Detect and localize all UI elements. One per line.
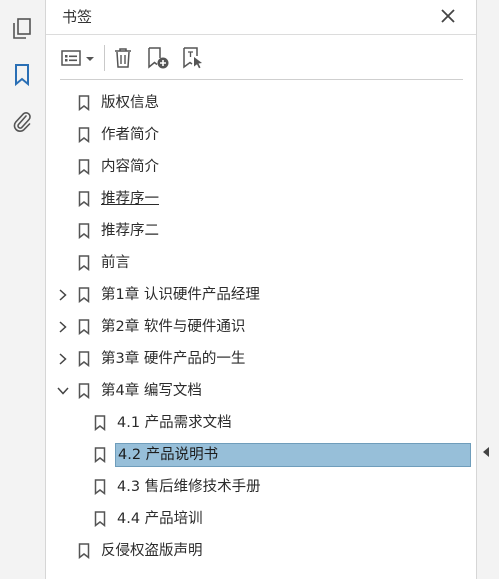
bookmark-row[interactable]: 反侵权盗版声明	[46, 535, 476, 567]
bookmark-label[interactable]: 版权信息	[99, 92, 161, 114]
bookmark-label[interactable]: 第1章 认识硬件产品经理	[99, 284, 262, 306]
bookmark-item-icon	[94, 415, 106, 432]
bookmark-row[interactable]: 前言	[46, 247, 476, 279]
chevron-right-icon[interactable]	[56, 352, 70, 366]
bookmark-label[interactable]: 4.4 产品培训	[115, 508, 205, 530]
paperclip-icon[interactable]	[9, 108, 35, 134]
navigation-rail	[0, 0, 46, 579]
bookmark-item-icon	[78, 255, 90, 272]
bookmark-item-icon	[78, 383, 90, 400]
bookmark-row[interactable]: 推荐序二	[46, 215, 476, 247]
pages-icon[interactable]	[9, 16, 35, 42]
bookmark-row[interactable]: 内容简介	[46, 151, 476, 183]
bookmark-item-icon	[78, 159, 90, 176]
bookmark-label[interactable]: 作者简介	[99, 124, 161, 146]
bookmarks-panel: 书签 版权信息 作者简介 内容简介 推荐序一 推荐序二 前言 第1章 认识硬件产…	[46, 0, 476, 579]
bookmark-label[interactable]: 推荐序一	[99, 188, 161, 210]
panel-splitter[interactable]	[476, 0, 499, 579]
chevron-right-icon[interactable]	[56, 320, 70, 334]
bookmark-item-icon	[94, 511, 106, 528]
bookmark-row[interactable]: 第3章 硬件产品的一生	[46, 343, 476, 375]
bookmark-label[interactable]: 反侵权盗版声明	[99, 540, 205, 562]
bookmark-item-icon	[78, 543, 90, 560]
trash-icon[interactable]	[111, 45, 135, 71]
bookmark-label[interactable]: 第3章 硬件产品的一生	[99, 348, 247, 370]
collapse-arrow-icon[interactable]	[483, 447, 489, 457]
bookmark-item-icon	[94, 479, 106, 496]
bookmark-item-icon	[94, 447, 106, 464]
bookmark-item-icon	[78, 351, 90, 368]
bookmark-row[interactable]: 第1章 认识硬件产品经理	[46, 279, 476, 311]
bookmark-item-icon	[78, 191, 90, 208]
bookmark-row[interactable]: 4.2 产品说明书	[46, 439, 476, 471]
toolbar-separator	[60, 79, 463, 80]
bookmark-label[interactable]: 第4章 编写文档	[99, 380, 204, 402]
bookmark-row[interactable]: 作者简介	[46, 119, 476, 151]
bookmark-label[interactable]: 推荐序二	[99, 220, 161, 242]
panel-header: 书签	[46, 0, 476, 35]
bookmark-row[interactable]: 第4章 编写文档	[46, 375, 476, 407]
close-icon[interactable]	[438, 6, 458, 26]
bookmark-label[interactable]: 4.3 售后维修技术手册	[115, 476, 263, 498]
bookmark-row[interactable]: 第2章 软件与硬件通识	[46, 311, 476, 343]
bookmark-item-icon	[78, 127, 90, 144]
bookmark-row[interactable]: 版权信息	[46, 87, 476, 119]
bookmark-item-icon	[78, 223, 90, 240]
options-menu-button[interactable]	[60, 45, 98, 71]
panel-title: 书签	[62, 8, 93, 26]
bookmark-item-icon	[78, 287, 90, 304]
bookmark-item-icon	[78, 319, 90, 336]
chevron-right-icon[interactable]	[56, 288, 70, 302]
bookmark-row[interactable]: 4.3 售后维修技术手册	[46, 471, 476, 503]
chevron-down-icon[interactable]	[56, 384, 70, 398]
bookmark-label[interactable]: 内容简介	[99, 156, 161, 178]
bookmark-row[interactable]: 4.4 产品培训	[46, 503, 476, 535]
bookmark-label[interactable]: 第2章 软件与硬件通识	[99, 316, 247, 338]
bookmark-add-icon[interactable]	[145, 45, 171, 71]
toolbar-divider	[104, 45, 105, 71]
bookmark-cursor-icon[interactable]	[180, 45, 206, 71]
bookmark-row[interactable]: 推荐序一	[46, 183, 476, 215]
bookmark-item-icon	[78, 95, 90, 112]
bookmarks-toolbar	[46, 35, 476, 79]
bookmark-icon[interactable]	[9, 62, 35, 88]
bookmark-label[interactable]: 4.1 产品需求文档	[115, 412, 234, 434]
bookmark-label[interactable]: 前言	[99, 252, 132, 274]
bookmark-label[interactable]: 4.2 产品说明书	[115, 443, 471, 467]
bookmark-row[interactable]: 4.1 产品需求文档	[46, 407, 476, 439]
